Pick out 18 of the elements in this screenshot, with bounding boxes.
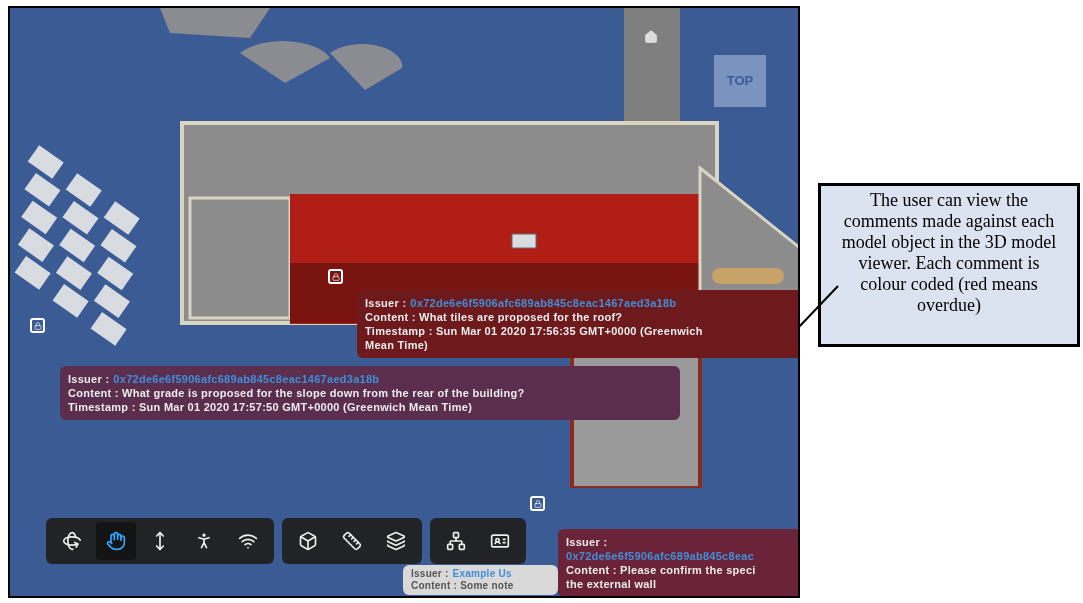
comment-content: Content : Please confirm the speci	[566, 563, 757, 577]
issuer-address: Example Us	[452, 568, 512, 580]
issuer-label: Issuer :	[411, 568, 449, 580]
issuer-address: 0x72de6e6f5906afc689ab845c8eac1467aed3a18b	[113, 372, 380, 386]
view-cube[interactable]: TOP	[714, 55, 766, 107]
comment-timestamp: Mean Time)	[365, 338, 430, 352]
issuer-label: Issuer :	[365, 296, 407, 310]
issuer-address: 0x72de6e6f5906afc689ab845c8eac	[566, 549, 756, 563]
issuer-address: 0x72de6e6f5906afc689ab845c8eac1467aed3a18b	[410, 296, 677, 310]
comment-timestamp: Timestamp : Sun Mar 01 2020 17:57:50 GMT+0000 (Greenwich Mean Time)	[68, 400, 474, 414]
comment-content: the external wall	[566, 577, 658, 591]
comment-content: Content : Some note	[411, 580, 515, 592]
comment-content: Content : What tiles are proposed for the roof?	[365, 310, 624, 324]
callout-text: The user can view the comments made against each model object in the 3D model viewer. Each comment is colour coded (red means overdue)	[841, 190, 1057, 316]
issuer-label: Issuer :	[68, 372, 110, 386]
comment-content: Content : What grade is proposed for the slope down from the rear of the building?	[68, 386, 526, 400]
issuer-label: Issuer :	[566, 535, 609, 549]
comment-timestamp: Timestamp : Sun Mar 01 2020 17:56:35 GMT+0000 (Greenwich	[365, 324, 704, 338]
